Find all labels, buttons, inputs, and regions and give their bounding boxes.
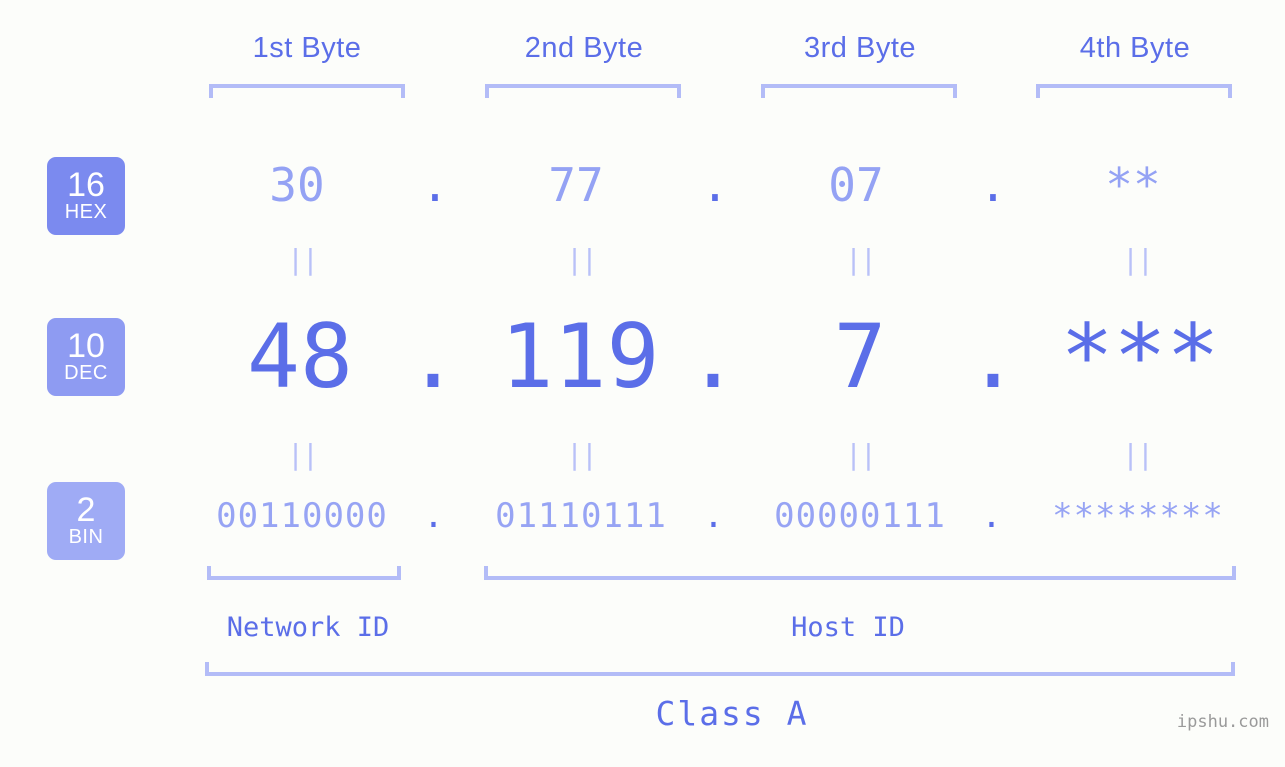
hex-byte-2: 77: [548, 158, 604, 212]
byte-header-label-4: 4th Byte: [1079, 32, 1191, 64]
host-id-bracket: [484, 566, 1236, 580]
network-id-label: Network ID: [226, 612, 390, 643]
base-badge-dec-number: 10: [67, 327, 105, 365]
dec-separator-2: .: [686, 305, 740, 408]
equals-mark-dec-bin-1: ||: [287, 438, 319, 471]
base-badge-bin-number: 2: [76, 491, 96, 529]
hex-separator-2: .: [701, 158, 729, 212]
equals-mark-hex-dec-2: ||: [566, 243, 598, 276]
bin-byte-1: 00110000: [216, 496, 388, 536]
dec-byte-2: 119: [500, 305, 660, 408]
bin-byte-3: 00000111: [774, 496, 946, 536]
equals-mark-dec-bin-4: ||: [1122, 438, 1154, 471]
byte-header-label-3: 3rd Byte: [804, 32, 916, 64]
dec-byte-4: ***: [1060, 305, 1220, 408]
bin-separator-3: .: [981, 496, 1003, 536]
bin-byte-4: ********: [1052, 496, 1224, 536]
byte-bracket-2: [485, 84, 681, 98]
ip-address-breakdown-diagram: 1st Byte 2nd Byte 3rd Byte 4th Byte 16 H…: [0, 0, 1285, 767]
dec-byte-3: 7: [833, 305, 887, 408]
base-badge-hex-number: 16: [67, 166, 105, 204]
class-label: Class A: [655, 694, 809, 733]
base-badge-bin: 2 BIN: [47, 482, 125, 560]
bin-separator-1: .: [423, 496, 445, 536]
hex-separator-3: .: [979, 158, 1007, 212]
dec-byte-1: 48: [247, 305, 353, 408]
base-badge-hex: 16 HEX: [47, 157, 125, 235]
base-badge-hex-label: HEX: [64, 201, 108, 223]
class-bracket: [205, 662, 1235, 676]
byte-header-label-1: 1st Byte: [252, 32, 362, 64]
hex-separator-1: .: [421, 158, 449, 212]
base-badge-dec-label: DEC: [64, 362, 108, 384]
equals-mark-hex-dec-1: ||: [287, 243, 319, 276]
byte-bracket-1: [209, 84, 405, 98]
bin-byte-2: 01110111: [495, 496, 667, 536]
byte-header-label-2: 2nd Byte: [524, 32, 644, 64]
network-id-bracket: [207, 566, 401, 580]
bin-separator-2: .: [703, 496, 725, 536]
byte-bracket-4: [1036, 84, 1232, 98]
base-badge-dec: 10 DEC: [47, 318, 125, 396]
hex-byte-3: 07: [828, 158, 884, 212]
dec-separator-1: .: [406, 305, 460, 408]
equals-mark-dec-bin-2: ||: [566, 438, 598, 471]
hex-byte-1: 30: [269, 158, 325, 212]
watermark: ipshu.com: [1176, 712, 1269, 732]
equals-mark-hex-dec-4: ||: [1122, 243, 1154, 276]
hex-byte-4: **: [1105, 158, 1161, 212]
host-id-label: Host ID: [791, 612, 905, 643]
dec-separator-3: .: [966, 305, 1020, 408]
equals-mark-dec-bin-3: ||: [845, 438, 877, 471]
equals-mark-hex-dec-3: ||: [845, 243, 877, 276]
base-badge-bin-label: BIN: [68, 526, 104, 548]
byte-bracket-3: [761, 84, 957, 98]
